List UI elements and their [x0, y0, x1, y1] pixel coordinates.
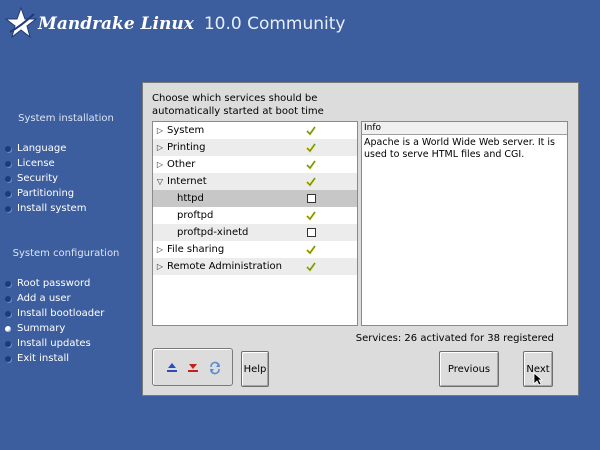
step-label: Install updates: [17, 338, 91, 349]
tree-toolbar: [152, 348, 233, 386]
info-panel: Info Apache is a World Wide Web server. …: [361, 121, 568, 326]
checkmark-icon[interactable]: [306, 244, 316, 255]
step-root-password: Root password: [0, 276, 104, 291]
step-bullet-icon: [5, 161, 11, 167]
step-label: Install system: [17, 203, 87, 214]
service-label: proftpd-xinetd: [177, 227, 249, 238]
step-label: Summary: [17, 323, 66, 334]
step-bullet-icon: [5, 191, 11, 197]
step-install-system: Install system: [0, 201, 86, 216]
tree-row-proftpd-xinetd[interactable]: proftpd-xinetd: [153, 224, 357, 241]
step-label: Partitioning: [17, 188, 75, 199]
info-text: Apache is a World Wide Web server. It is…: [364, 137, 555, 160]
configuration-heading: System configuration: [12, 248, 120, 259]
service-label: Remote Administration: [167, 261, 282, 272]
configuration-steps: Root password Add a user Install bootloa…: [0, 276, 104, 366]
tree-row-proftpd[interactable]: proftpd: [153, 207, 357, 224]
checkmark-icon[interactable]: [306, 261, 316, 272]
empty-checkbox-icon[interactable]: [306, 193, 316, 203]
services-tree[interactable]: ▷ System ▷ Printing ▷ Other ▽ Internet h…: [152, 121, 358, 326]
step-license: License: [0, 156, 86, 171]
tree-row-other[interactable]: ▷ Other: [153, 156, 357, 173]
service-label: System: [167, 125, 205, 136]
toggle-all-icon[interactable]: [208, 360, 222, 375]
step-partitioning: Partitioning: [0, 186, 86, 201]
tree-row-httpd[interactable]: httpd: [153, 190, 357, 207]
step-bullet-icon: [5, 176, 11, 182]
expand-all-icon[interactable]: [165, 360, 179, 374]
step-bullet-icon: [5, 281, 11, 287]
step-label: License: [17, 158, 55, 169]
checkmark-icon[interactable]: [306, 125, 316, 136]
step-summary: Summary: [0, 321, 104, 336]
step-bullet-icon: [5, 356, 11, 362]
step-bullet-icon: [5, 146, 11, 152]
service-label: proftpd: [177, 210, 214, 221]
checkmark-icon[interactable]: [306, 210, 316, 221]
tree-row-printing[interactable]: ▷ Printing: [153, 139, 357, 156]
step-bullet-icon: [5, 296, 11, 302]
header-title: Mandrake Linux 10.0 Community: [38, 14, 346, 34]
services-dialog: Choose which services should be automati…: [142, 82, 579, 396]
step-install-bootloader: Install bootloader: [0, 306, 104, 321]
checkmark-icon[interactable]: [306, 142, 316, 153]
step-label: Exit install: [17, 353, 70, 364]
brand-name: Mandrake Linux: [38, 14, 194, 34]
dialog-prompt: Choose which services should be automati…: [152, 93, 324, 117]
service-label: httpd: [177, 193, 204, 204]
checkmark-icon[interactable]: [306, 159, 316, 170]
step-security: Security: [0, 171, 86, 186]
services-status: Services: 26 activated for 38 registered: [355, 333, 554, 344]
version-label: 10.0 Community: [203, 14, 346, 34]
step-language: Language: [0, 141, 86, 156]
collapsed-triangle-icon[interactable]: ▷: [155, 258, 165, 275]
installation-steps: Language License Security Partitioning I…: [0, 141, 86, 216]
step-exit-install: Exit install: [0, 351, 104, 366]
tree-row-system[interactable]: ▷ System: [153, 122, 357, 139]
collapse-all-icon[interactable]: [186, 360, 200, 374]
collapsed-triangle-icon[interactable]: ▷: [155, 241, 165, 258]
previous-button[interactable]: Previous: [439, 351, 499, 387]
step-label: Language: [17, 143, 67, 154]
tree-row-remote-administration[interactable]: ▷ Remote Administration: [153, 258, 357, 275]
info-label: Info: [362, 122, 567, 135]
active-step-bullet-icon: [5, 326, 11, 332]
step-label: Root password: [17, 278, 91, 289]
checkmark-icon[interactable]: [306, 176, 316, 187]
mandrake-star-icon: [4, 6, 38, 39]
step-bullet-icon: [5, 311, 11, 317]
tree-row-internet[interactable]: ▽ Internet: [153, 173, 357, 190]
empty-checkbox-icon[interactable]: [306, 227, 316, 237]
help-button[interactable]: Help: [241, 351, 269, 387]
service-label: File sharing: [167, 244, 225, 255]
step-bullet-icon: [5, 341, 11, 347]
collapsed-triangle-icon[interactable]: ▷: [155, 139, 165, 156]
installation-heading: System installation: [18, 113, 114, 124]
step-bullet-icon: [5, 206, 11, 212]
step-label: Install bootloader: [17, 308, 105, 319]
collapsed-triangle-icon[interactable]: ▷: [155, 156, 165, 173]
step-label: Add a user: [17, 293, 71, 304]
step-label: Security: [17, 173, 59, 184]
mouse-cursor-icon: [533, 372, 543, 386]
service-label: Other: [167, 159, 196, 170]
tree-row-file-sharing[interactable]: ▷ File sharing: [153, 241, 357, 258]
expanded-triangle-icon[interactable]: ▽: [155, 173, 165, 190]
step-install-updates: Install updates: [0, 336, 104, 351]
service-label: Internet: [167, 176, 207, 187]
service-label: Printing: [167, 142, 206, 153]
step-add-user: Add a user: [0, 291, 104, 306]
collapsed-triangle-icon[interactable]: ▷: [155, 122, 165, 139]
